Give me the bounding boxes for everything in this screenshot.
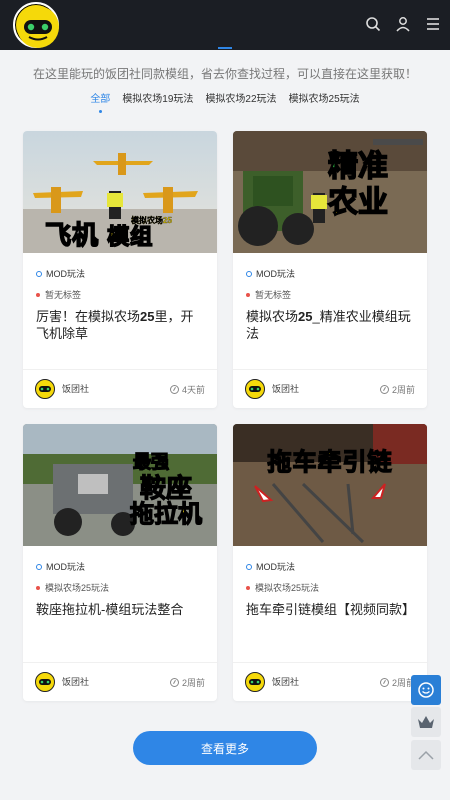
post-card[interactable]: 飞机 模组 模拟农场25 MOD玩法 暂无标签 厉害！在模拟农场25里，开飞机除…	[23, 131, 217, 408]
chevron-up-icon[interactable]	[411, 740, 441, 770]
dot-icon	[36, 292, 40, 297]
clock-icon	[379, 385, 389, 394]
thumbnail-overlay-subtitle: 模拟农场25	[131, 216, 172, 225]
clock-icon	[379, 678, 389, 687]
post-time: 2周前	[169, 676, 205, 689]
tab-fs22[interactable]: 模拟农场22玩法	[205, 90, 276, 113]
category-tag[interactable]: MOD玩法	[246, 560, 295, 573]
title-number: 25	[298, 309, 313, 324]
post-card[interactable]: 精准 农业 MOD玩法 暂无标签 模拟农场25_精准农业模组玩法 饭团社 2周前	[233, 131, 427, 408]
tag-label: 模拟农场25玩法	[255, 583, 320, 593]
tag-label: 暂无标签	[255, 290, 292, 300]
post-title[interactable]: 模拟农场25_精准农业模组玩法	[246, 308, 416, 342]
overlay-word: 模组	[106, 223, 154, 250]
time-label: 2周前	[181, 678, 205, 688]
circle-icon	[246, 563, 252, 570]
card-footer: 饭团社 2周前	[233, 662, 427, 701]
gamepad-logo-icon[interactable]	[13, 2, 59, 48]
circle-icon	[36, 563, 42, 570]
menu-icon[interactable]	[424, 13, 442, 35]
dot-icon	[246, 292, 250, 297]
tab-all[interactable]: 全部	[90, 90, 110, 113]
post-tag[interactable]: 暂无标签	[36, 288, 81, 301]
overlay-word: 鞍座	[139, 473, 192, 503]
circle-icon	[36, 270, 42, 277]
title-text: 厉害！在模拟农场	[36, 309, 141, 324]
title-text: 拖车牵引链模组【视频同款】	[246, 602, 416, 617]
category-label: MOD玩法	[46, 269, 85, 279]
author-name[interactable]: 饭团社	[272, 675, 299, 688]
time-label: 4天前	[181, 385, 205, 395]
post-tag[interactable]: 模拟农场25玩法	[246, 581, 319, 594]
overlay-word: 拖拉机	[129, 501, 202, 528]
dot-icon	[246, 585, 250, 590]
post-time: 4天前	[169, 383, 205, 396]
author-avatar[interactable]	[245, 379, 265, 399]
load-more-button[interactable]: 查看更多	[133, 731, 317, 765]
section-description: 在这里能玩的饭团社同款模组，省去你查找过程，可以直接在这里获取！	[32, 67, 417, 81]
author-avatar[interactable]	[35, 672, 55, 692]
category-label: MOD玩法	[256, 562, 295, 572]
post-title[interactable]: 拖车牵引链模组【视频同款】	[246, 601, 416, 618]
tab-fs19[interactable]: 模拟农场19玩法	[122, 90, 193, 113]
overlay-word: 农业	[327, 185, 389, 220]
post-thumbnail[interactable]: 拖车牵引链	[233, 424, 427, 546]
user-icon[interactable]	[394, 13, 412, 35]
post-title[interactable]: 厉害！在模拟农场25里，开飞机除草	[36, 308, 206, 342]
tab-fs25[interactable]: 模拟农场25玩法	[289, 90, 360, 113]
section-title-underline	[218, 47, 232, 49]
post-title[interactable]: 鞍座拖拉机-模组玩法整合	[36, 601, 206, 618]
clock-icon	[169, 385, 179, 394]
overlay-word: 飞机	[44, 219, 100, 251]
title-text: 模拟农场	[246, 309, 299, 324]
crown-icon[interactable]	[411, 707, 441, 737]
post-thumbnail[interactable]: 飞机 模组 模拟农场25	[23, 131, 217, 253]
author-avatar[interactable]	[35, 379, 55, 399]
tag-label: 模拟农场25玩法	[45, 583, 110, 593]
post-card[interactable]: 拖车牵引链 MOD玩法 模拟农场25玩法 拖车牵引链模组【视频同款】 饭团社 2…	[233, 424, 427, 701]
author-name[interactable]: 饭团社	[62, 382, 89, 395]
card-footer: 饭团社 4天前	[23, 369, 217, 408]
post-card[interactable]: 最强 鞍座 拖拉机 MOD玩法 模拟农场25玩法 鞍座拖拉机-模组玩法整合 饭团…	[23, 424, 217, 701]
post-time: 2周前	[379, 676, 415, 689]
post-thumbnail[interactable]: 最强 鞍座 拖拉机	[23, 424, 217, 546]
title-number: 25	[140, 309, 155, 324]
top-nav-bar	[0, 0, 450, 50]
thumbnail-overlay-title: 精准 农业	[298, 149, 418, 221]
post-time: 2周前	[379, 383, 415, 396]
category-tag[interactable]: MOD玩法	[36, 267, 85, 280]
time-label: 2周前	[391, 385, 415, 395]
clock-icon	[169, 678, 179, 687]
category-tabs: 全部 模拟农场19玩法 模拟农场22玩法 模拟农场25玩法	[0, 90, 450, 113]
dot-icon	[36, 585, 40, 590]
circle-icon	[246, 270, 252, 277]
tag-label: 暂无标签	[45, 290, 82, 300]
thumbnail-overlay-title: 拖车牵引链	[267, 448, 393, 476]
overlay-word: 精准	[327, 149, 389, 184]
thumbnail-overlay-title: 最强 鞍座 拖拉机	[121, 448, 211, 528]
author-avatar[interactable]	[245, 672, 265, 692]
search-icon[interactable]	[364, 13, 382, 35]
post-tag[interactable]: 模拟农场25玩法	[36, 581, 109, 594]
post-tag[interactable]: 暂无标签	[246, 288, 291, 301]
overlay-word: 最强	[132, 451, 169, 472]
post-thumbnail[interactable]: 精准 农业	[233, 131, 427, 253]
title-text: 鞍座拖拉机-模组玩法整合	[36, 602, 184, 617]
author-name[interactable]: 饭团社	[62, 675, 89, 688]
card-footer: 饭团社 2周前	[233, 369, 427, 408]
smile-chat-icon[interactable]	[411, 675, 441, 705]
category-label: MOD玩法	[256, 269, 295, 279]
card-footer: 饭团社 2周前	[23, 662, 217, 701]
category-tag[interactable]: MOD玩法	[36, 560, 85, 573]
category-tag[interactable]: MOD玩法	[246, 267, 295, 280]
author-name[interactable]: 饭团社	[272, 382, 299, 395]
category-label: MOD玩法	[46, 562, 85, 572]
